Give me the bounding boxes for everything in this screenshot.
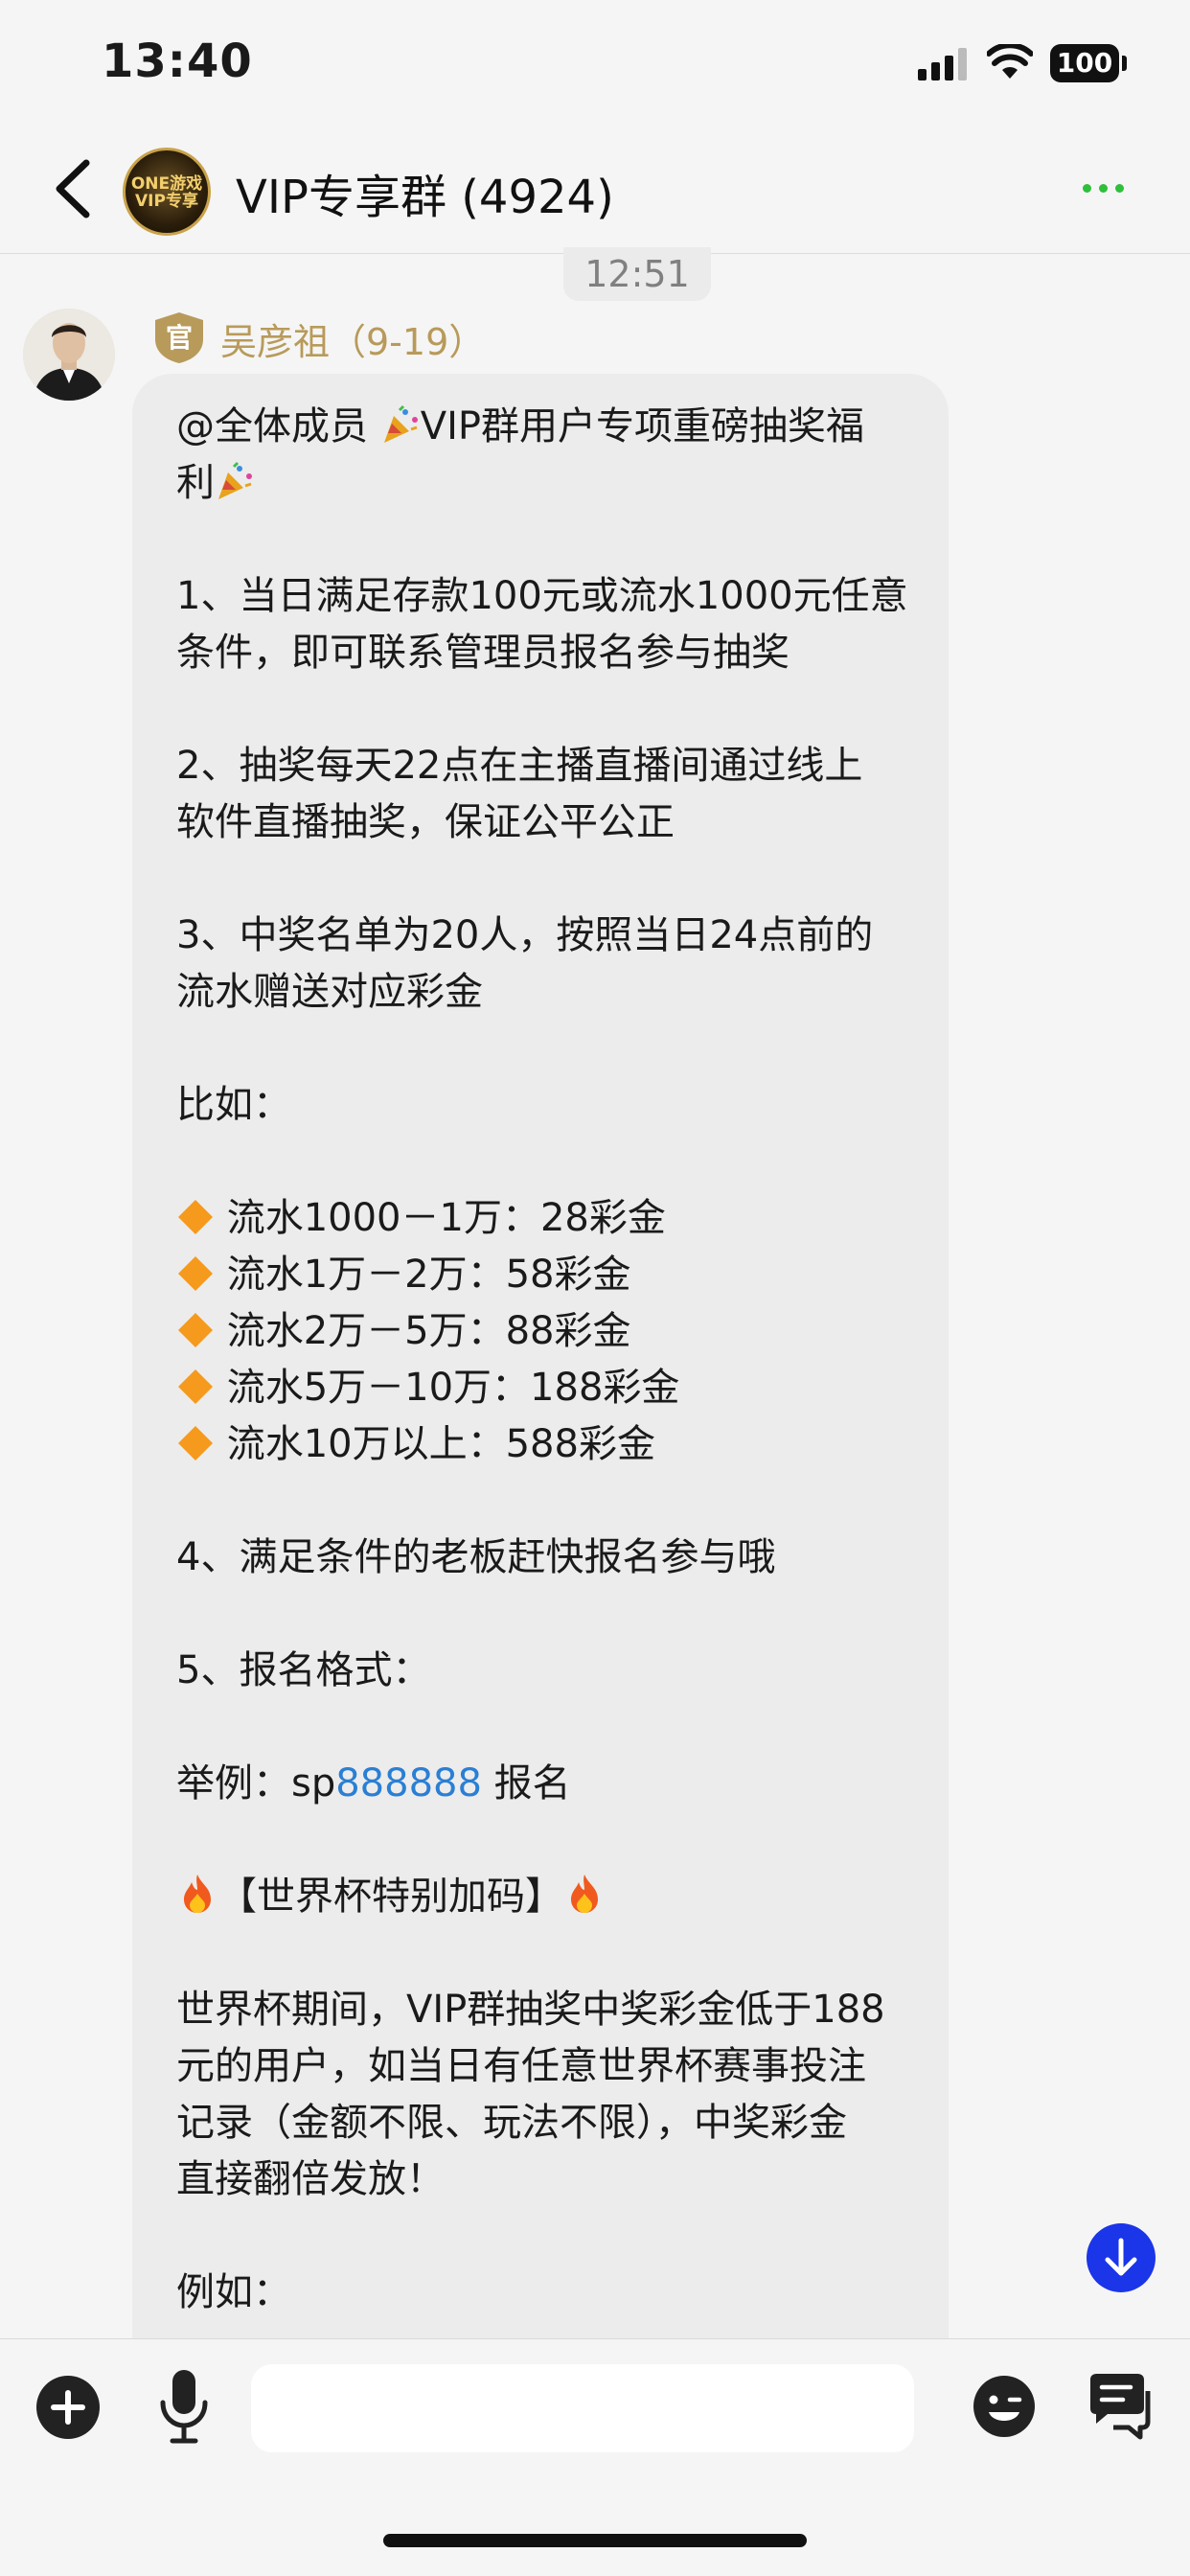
admin-badge-label: 官 bbox=[166, 322, 193, 354]
group-title[interactable]: VIP专享群 (4924) bbox=[236, 159, 614, 226]
phone-number-link[interactable]: 888888 bbox=[335, 1761, 482, 1806]
scroll-to-bottom-button[interactable] bbox=[1087, 2223, 1156, 2292]
status-bar: 13:40 100 bbox=[0, 0, 1190, 134]
group-avatar[interactable]: ONE游戏 VIP专享 bbox=[123, 148, 211, 236]
person-portrait-icon bbox=[23, 309, 115, 401]
battery-level: 100 bbox=[1050, 44, 1119, 82]
orange-diamond-icon bbox=[178, 1369, 213, 1404]
battery-icon: 100 bbox=[1050, 44, 1127, 82]
wifi-icon bbox=[987, 44, 1033, 79]
fire-icon bbox=[571, 1874, 598, 1913]
more-options-icon[interactable] bbox=[1083, 182, 1125, 196]
home-indicator[interactable] bbox=[383, 2534, 807, 2547]
message-text: @全体成员 VIP群用户专项重磅抽奖福 利 1、当日满足存款100元或流水100… bbox=[176, 404, 908, 2314]
emoji-icon[interactable] bbox=[972, 2374, 1037, 2439]
party-popper-icon bbox=[383, 404, 418, 443]
add-attachment-button[interactable] bbox=[36, 2376, 100, 2439]
orange-diamond-icon bbox=[178, 1200, 213, 1234]
sender-avatar[interactable] bbox=[23, 309, 115, 401]
orange-diamond-icon bbox=[178, 1256, 213, 1291]
message-timestamp: 12:51 bbox=[563, 247, 711, 301]
admin-badge-icon: 官 bbox=[155, 312, 203, 363]
back-icon[interactable] bbox=[46, 155, 103, 222]
orange-diamond-icon bbox=[178, 1426, 213, 1460]
quick-reply-icon[interactable] bbox=[1085, 2370, 1156, 2441]
arrow-down-icon bbox=[1105, 2238, 1137, 2276]
sender-name[interactable]: 吴彦祖（9-19） bbox=[220, 312, 485, 365]
input-bar bbox=[0, 2338, 1190, 2473]
message-input[interactable] bbox=[251, 2364, 914, 2452]
party-popper-icon bbox=[218, 461, 252, 499]
plus-icon bbox=[51, 2390, 85, 2425]
microphone-icon[interactable] bbox=[157, 2366, 211, 2447]
nav-bar: ONE游戏 VIP专享 VIP专享群 (4924) bbox=[0, 134, 1190, 254]
status-time: 13:40 bbox=[102, 34, 253, 88]
signal-icon bbox=[918, 48, 967, 80]
orange-diamond-icon bbox=[178, 1313, 213, 1347]
fire-icon bbox=[184, 1874, 211, 1913]
